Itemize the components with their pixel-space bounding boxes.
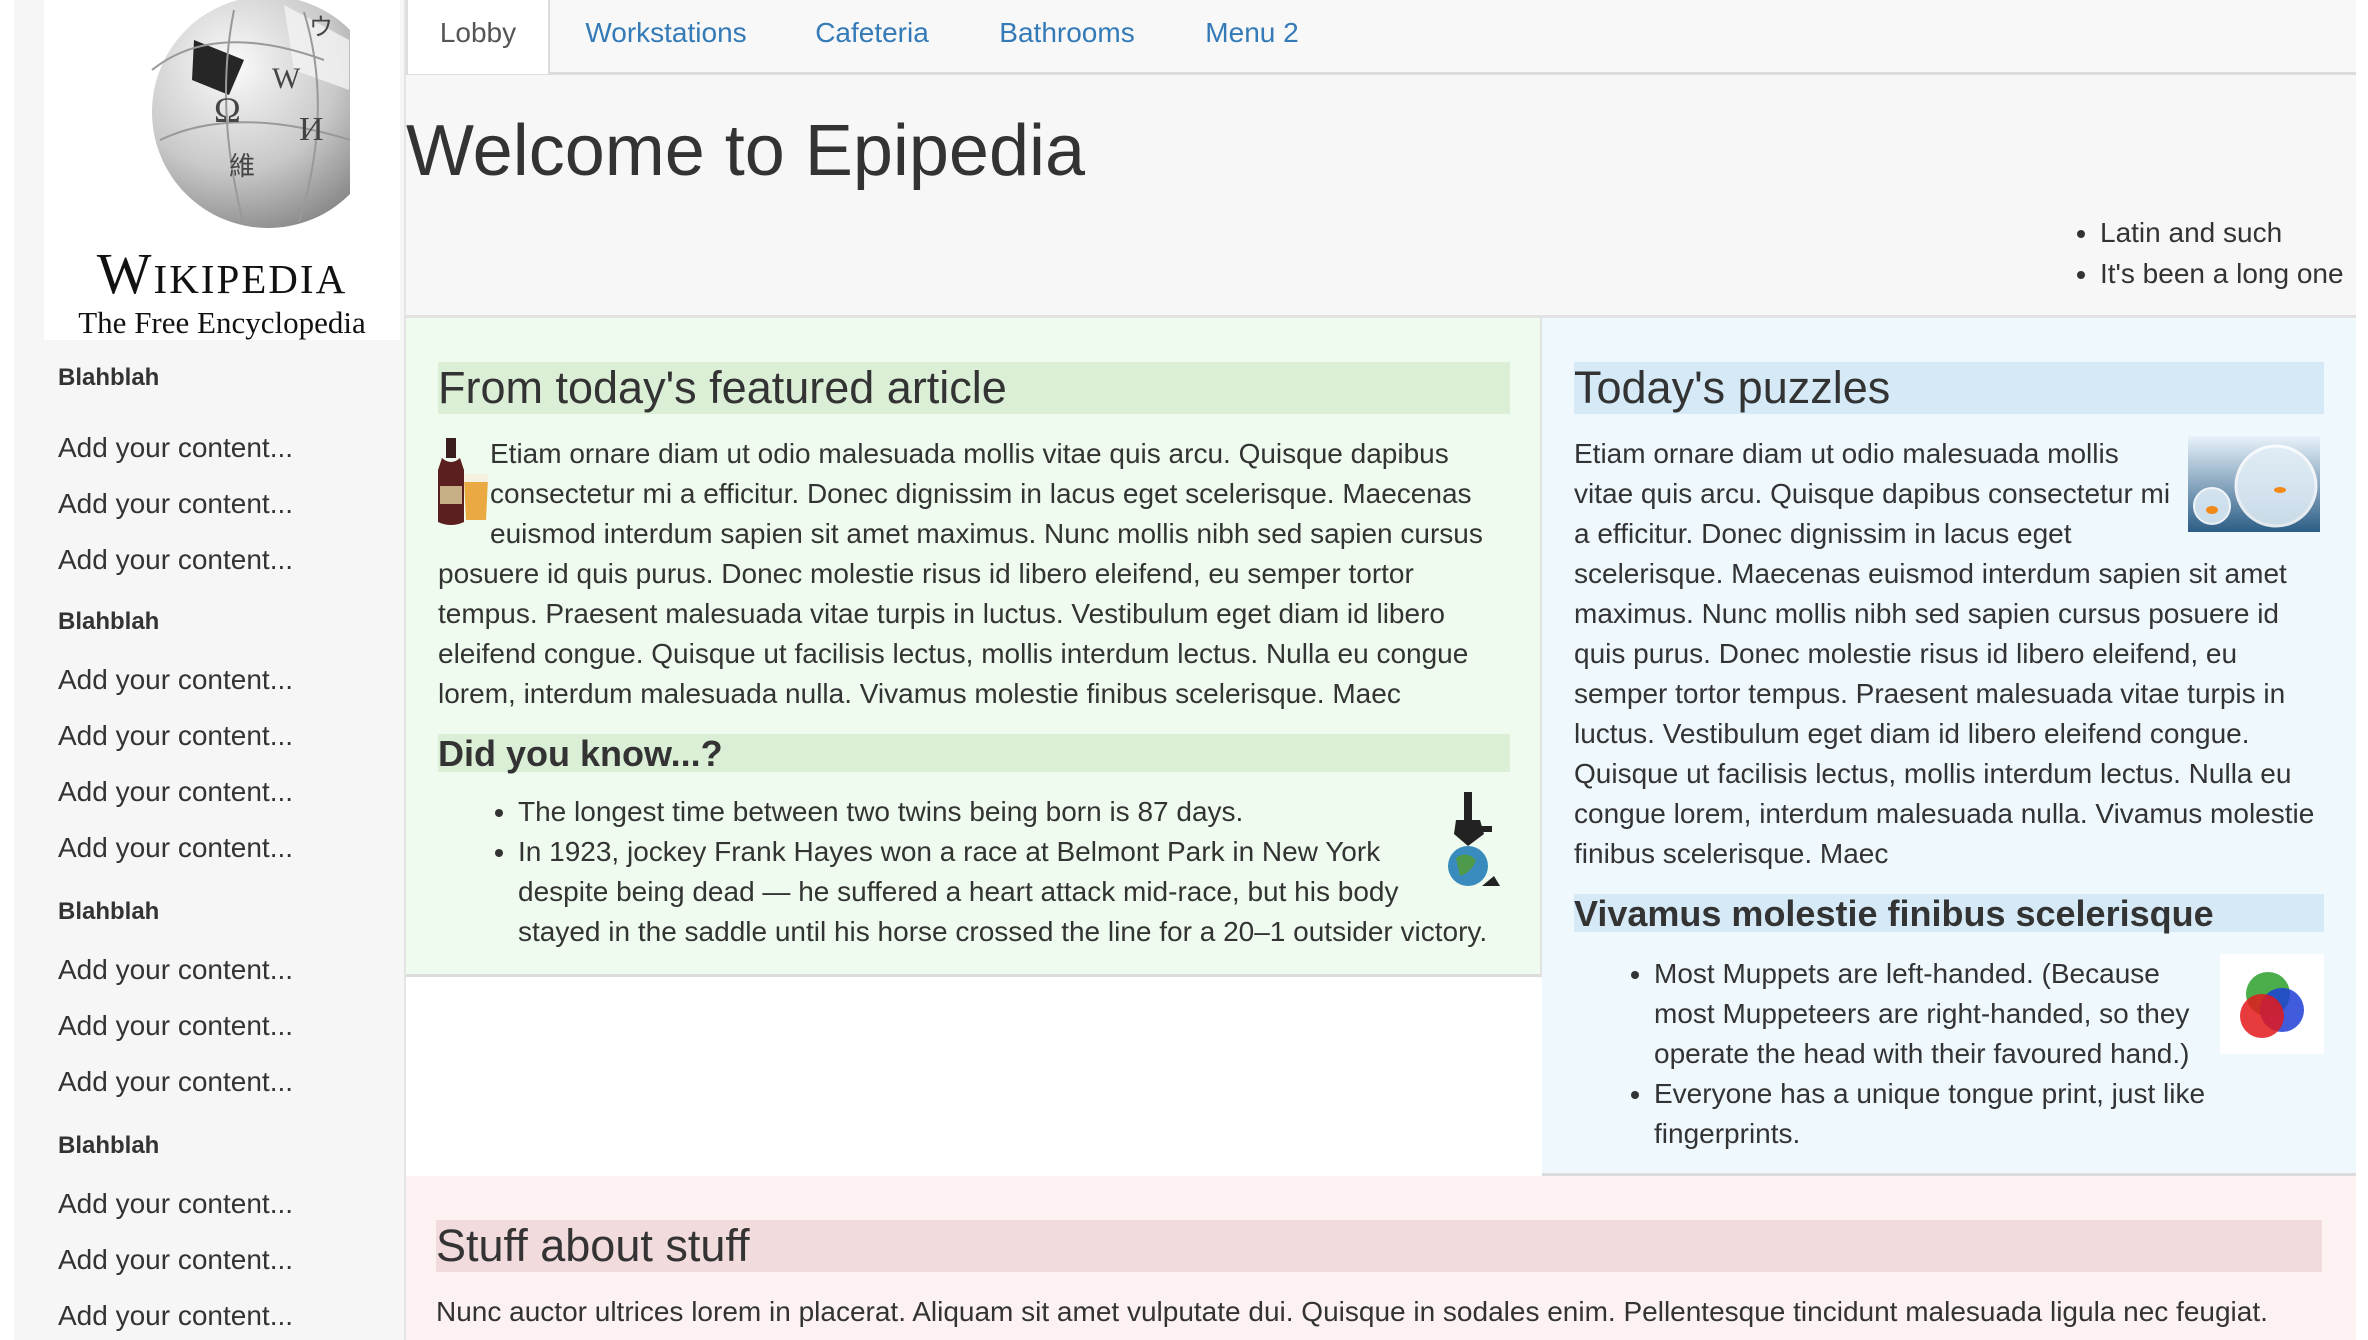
svg-text:ウ: ウ [309, 15, 333, 41]
puzzles-text-line: maximus. Nunc mollis nibh sed sapien cur… [1574, 598, 2279, 629]
sidebar-item[interactable]: Add your content... [58, 776, 293, 808]
featured-text-line: consectetur mi a efficitur. Donec dignis… [490, 478, 1472, 509]
sidebar-item[interactable]: Add your content... [58, 1244, 293, 1276]
svg-text:Ω: Ω [214, 90, 241, 130]
header-list: Latin and such It's been a long one [2058, 212, 2344, 294]
svg-text:維: 維 [229, 152, 255, 181]
list-item: Everyone has a unique tongue print, just… [1654, 1074, 2205, 1154]
facts-list: Most Muppets are left-handed. (Becausemo… [1618, 954, 2205, 1154]
tab-lobby[interactable]: Lobby [406, 0, 550, 74]
puzzles-text-line: finibus scelerisque. Maec [1574, 838, 1889, 869]
featured-text-line: eleifend congue. Quisque ut facilisis le… [438, 638, 1469, 669]
sidebar-item[interactable]: Add your content... [58, 1188, 293, 1220]
sidebar-section-heading: Blahblah [58, 608, 160, 635]
puzzles-text-line: luctus. Vestibulum eget diam id libero e… [1574, 718, 2250, 749]
did-you-know-heading: Did you know...? [438, 733, 723, 774]
sidebar-item[interactable]: Add your content... [58, 544, 293, 576]
beer-bottle-icon [438, 438, 488, 525]
tab-menu-2[interactable]: Menu 2 [1174, 0, 1330, 72]
sidebar-section-heading: Blahblah [58, 1132, 160, 1159]
puzzles-text-line: semper tortor tempus. Praesent malesuada… [1574, 678, 2286, 709]
puzzles-text-line: scelerisque. Maecenas euismod interdum s… [1574, 558, 2287, 589]
puzzles-text-line: congue lorem, interdum malesuada nulla. … [1574, 798, 2315, 829]
tab-cafeteria[interactable]: Cafeteria [784, 0, 960, 72]
sidebar-item[interactable]: Add your content... [58, 1300, 293, 1332]
svg-text:W: W [272, 62, 301, 95]
sidebar-item[interactable]: Add your content... [58, 832, 293, 864]
list-item: The longest time between two twins being… [518, 792, 1487, 832]
page-title: Welcome to Epipedia [406, 111, 1086, 191]
wikipedia-logo[interactable]: Ω W И 維 ウ Wikipedia The Free Encyclopedi… [44, 0, 400, 340]
tab-bathrooms[interactable]: Bathrooms [962, 0, 1172, 72]
list-item: Most Muppets are left-handed. (Becausemo… [1654, 954, 2205, 1074]
featured-heading: From today's featured article [438, 362, 1007, 413]
sidebar-item[interactable]: Add your content... [58, 720, 293, 752]
list-item: In 1923, jockey Frank Hayes won a race a… [518, 832, 1487, 952]
sidebar-section-heading: Blahblah [58, 898, 160, 925]
puzzles-text-line: Etiam ornare diam ut odio malesuada moll… [1574, 438, 2119, 469]
sidebar-item[interactable]: Add your content... [58, 1066, 293, 1098]
stuff-heading: Stuff about stuff [436, 1220, 750, 1271]
color-circles-icon [2220, 954, 2324, 1054]
sidebar-item[interactable]: Add your content... [58, 664, 293, 696]
goldfish-bowl-image [2188, 436, 2320, 532]
puzzles-text-line: quis purus. Donec molestie risus id libe… [1574, 638, 2238, 669]
list-item: It's been a long one [2100, 253, 2344, 294]
tab-workstations[interactable]: Workstations [548, 0, 784, 72]
sidebar-section-heading: Blahblah [58, 364, 160, 391]
wordmark: Wikipedia [96, 241, 348, 306]
sidebar-item[interactable]: Add your content... [58, 488, 293, 520]
featured-text-line: Etiam ornare diam ut odio malesuada moll… [490, 438, 1449, 469]
puzzles-text-line: a efficitur. Donec dignissim in lacus eg… [1574, 518, 2072, 549]
list-item: Latin and such [2100, 212, 2344, 253]
featured-text-line: lorem, interdum malesuada nulla. Vivamus… [438, 678, 1401, 709]
sidebar-item[interactable]: Add your content... [58, 1010, 293, 1042]
puzzles-heading: Today's puzzles [1574, 362, 1891, 413]
featured-text-line: tempus. Praesent malesuada vitae turpis … [438, 598, 1445, 629]
stuff-paragraph: Nunc auctor ultrices lorem in placerat. … [436, 1296, 2268, 1327]
sidebar-item[interactable]: Add your content... [58, 432, 293, 464]
did-you-know-list: The longest time between two twins being… [482, 792, 1487, 952]
globe-icon: Ω W И 維 ウ [151, 0, 350, 228]
puzzles-text-line: Quisque ut facilisis lectus, mollis inte… [1574, 758, 2292, 789]
featured-text-line: euismod interdum sapien sit amet maximus… [490, 518, 1483, 549]
vivamus-heading: Vivamus molestie finibus scelerisque [1574, 893, 2214, 934]
sidebar-item[interactable]: Add your content... [58, 954, 293, 986]
svg-text:И: И [299, 111, 324, 148]
puzzles-text-line: vitae quis arcu. Quisque dapibus consect… [1574, 478, 2171, 509]
featured-text-line: posuere id quis purus. Donec molestie ri… [438, 558, 1414, 589]
tagline: The Free Encyclopedia [78, 305, 366, 340]
